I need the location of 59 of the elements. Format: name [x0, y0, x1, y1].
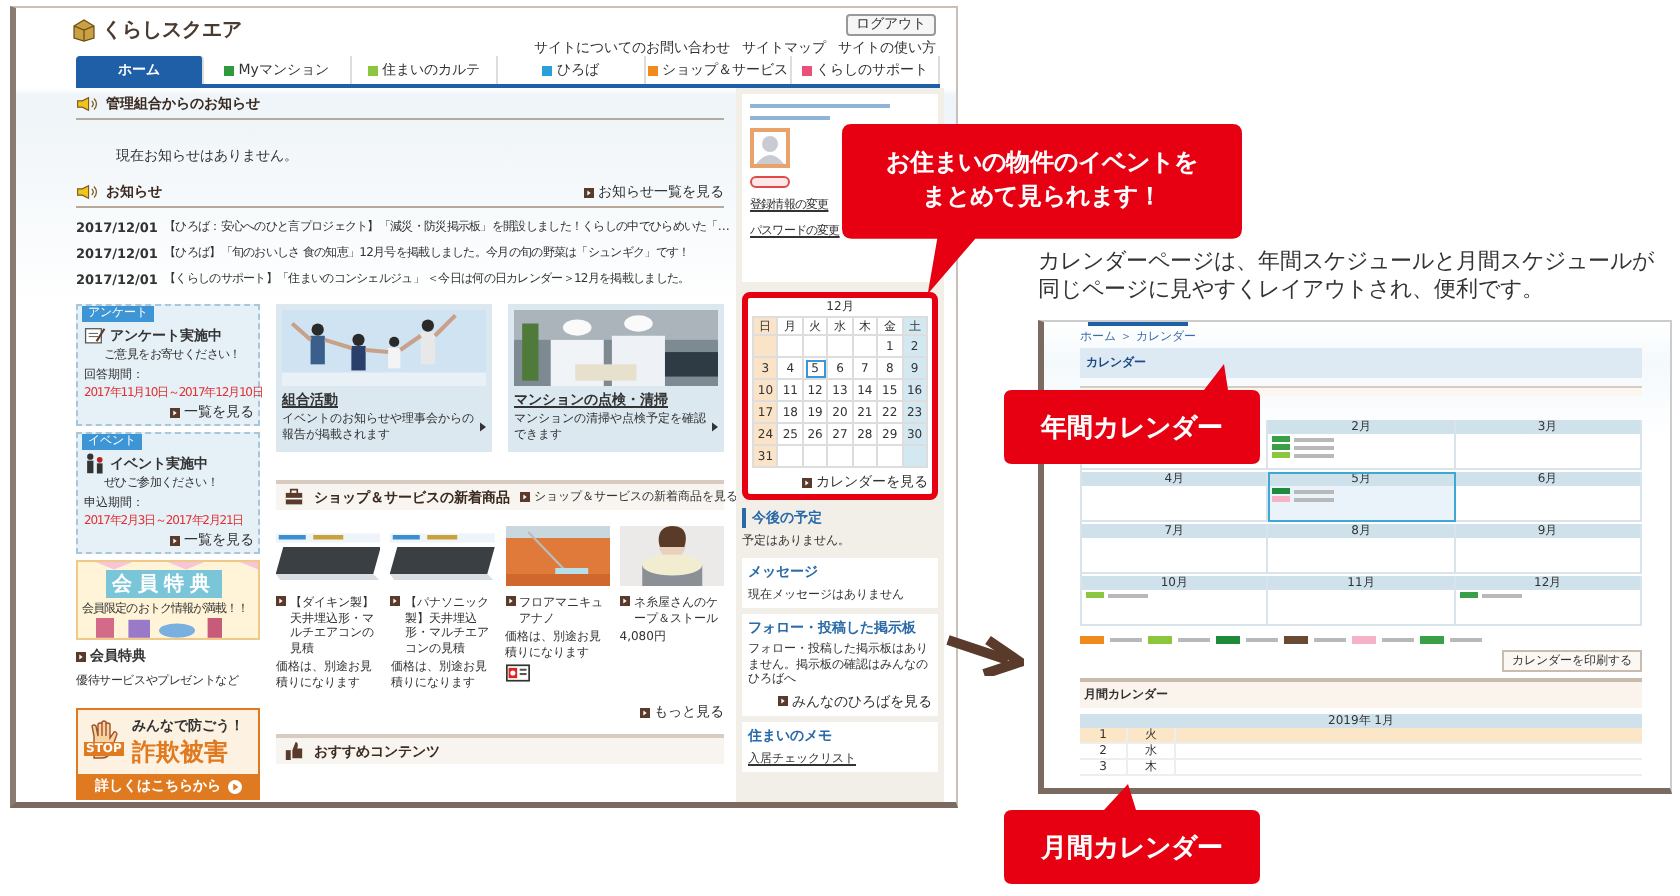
- event-tag[interactable]: [1272, 444, 1291, 450]
- text-line: [750, 116, 830, 120]
- text-line: [1294, 489, 1335, 493]
- text-line: [1110, 638, 1142, 642]
- calendar-cell: [778, 446, 804, 468]
- calendar-cell: [853, 336, 879, 358]
- bullet-icon: [778, 696, 788, 706]
- bullet-icon: [802, 477, 812, 487]
- bullet-icon: [640, 707, 650, 717]
- caret-icon: [480, 422, 486, 432]
- speaker-icon: [76, 96, 98, 112]
- text-line: [1294, 445, 1335, 449]
- text-line: [1450, 638, 1482, 642]
- bullet-icon: [505, 596, 515, 606]
- text-line: [1481, 593, 1522, 597]
- site-logo[interactable]: くらしスクエア: [102, 16, 242, 44]
- people-icon: [84, 452, 106, 474]
- text-line: [1294, 497, 1335, 501]
- caret-icon: [712, 422, 718, 432]
- play-icon: [227, 779, 241, 793]
- badge: [750, 176, 790, 188]
- bullet-icon: [276, 596, 286, 606]
- text-line: [1294, 453, 1335, 457]
- bullet-icon: [390, 596, 401, 606]
- bullet-icon: [76, 651, 86, 661]
- text-line: [1314, 638, 1346, 642]
- bullet-icon: [619, 596, 630, 606]
- callout: 月間カレンダー: [1004, 784, 1260, 884]
- description-text: カレンダーページは、年間スケジュールと月間スケジュールが同じページに見やすくレイアウトされ、便利です。: [1038, 248, 1656, 304]
- bullet-icon: [170, 407, 180, 417]
- text-line: [750, 104, 890, 108]
- avatar-icon: [750, 128, 790, 168]
- bullet-icon: [584, 187, 594, 197]
- arrow: [944, 632, 1024, 676]
- bag-icon: [284, 488, 304, 506]
- text-line: [1382, 638, 1414, 642]
- banner-title: 会員特典: [106, 570, 222, 598]
- calendar-cell: [828, 336, 854, 358]
- text-line: [1108, 593, 1148, 597]
- calendar-cell: [803, 446, 829, 468]
- banner-heading: 詐欺被害: [132, 735, 230, 769]
- calendar-cell: [853, 446, 879, 468]
- calendar-cell: [903, 446, 928, 468]
- bullet-icon: [170, 535, 180, 545]
- event-tag[interactable]: [1459, 592, 1478, 598]
- event-tag[interactable]: [1272, 488, 1291, 494]
- calendar-cell: [803, 336, 829, 358]
- text-line: [1178, 638, 1210, 642]
- thumbs-up-icon: [284, 742, 304, 760]
- text-line: [1246, 638, 1278, 642]
- calendar-cell: [828, 446, 854, 468]
- memo-icon: [84, 324, 106, 346]
- event-tag[interactable]: [1272, 436, 1291, 442]
- calendar-cell: [778, 336, 804, 358]
- event-tag[interactable]: [1272, 452, 1291, 458]
- bullet-icon: [520, 492, 530, 502]
- text-line: [1294, 437, 1335, 441]
- box-icon: [72, 18, 96, 42]
- speaker-icon: [76, 184, 98, 200]
